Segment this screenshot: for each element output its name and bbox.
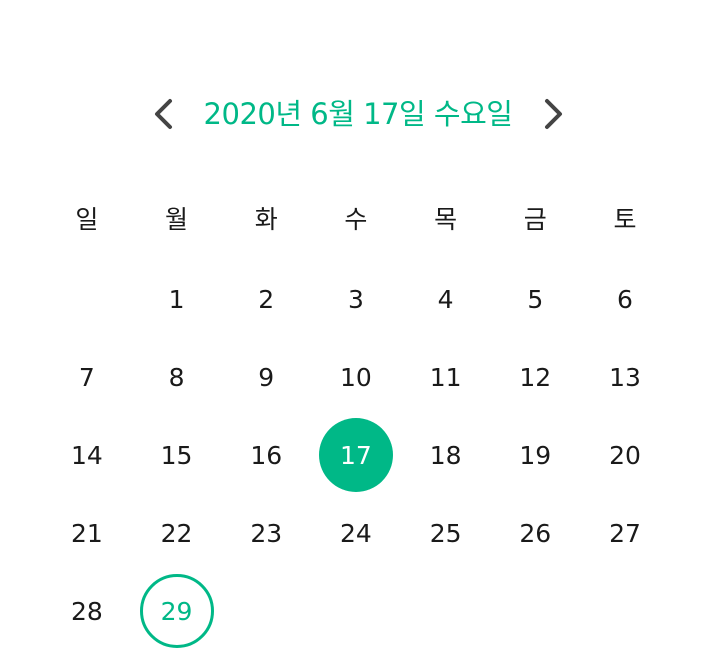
calendar-day[interactable]: 22 [140,496,214,570]
weekday-label-wed: 수 [344,205,368,234]
calendar-cell: 4 [401,260,491,338]
calendar-day[interactable]: 7 [50,340,124,414]
weekday-header-row: 일 월 화 수 목 금 토 [42,200,670,240]
weekday-label-fri: 금 [523,205,547,234]
calendar-cell: 27 [580,494,670,572]
weekday-label-mon: 월 [165,205,189,234]
calendar-day[interactable]: 23 [229,496,303,570]
weekday-label-tue: 화 [254,205,278,234]
calendar-day[interactable]: 3 [319,262,393,336]
calendar-cell: 5 [490,260,580,338]
calendar-cell: 15 [132,416,222,494]
calendar-cell: 24 [311,494,401,572]
calendar-cell: 12 [490,338,580,416]
calendar-cell: 2 [221,260,311,338]
calendar-cell: 20 [580,416,670,494]
calendar-cell: 9 [221,338,311,416]
calendar-cell: 21 [42,494,132,572]
calendar-day-grid: 1 2 3 4 5 6 7 8 9 10 11 12 13 14 15 16 17 18 19 20 21 22 23 24 2… [42,260,670,650]
calendar-day[interactable]: 10 [319,340,393,414]
calendar-day[interactable]: 26 [498,496,572,570]
calendar-day[interactable]: 1 [140,262,214,336]
calendar-day[interactable]: 28 [50,574,124,648]
calendar-cell [221,572,311,650]
weekday-label-thu: 목 [434,205,458,234]
calendar-cell: 19 [490,416,580,494]
calendar-day[interactable]: 20 [588,418,662,492]
calendar-day[interactable]: 2 [229,262,303,336]
calendar-day[interactable]: 13 [588,340,662,414]
calendar-day[interactable]: 16 [229,418,303,492]
calendar-day[interactable]: 4 [409,262,483,336]
calendar-cell [311,572,401,650]
calendar-day[interactable]: 11 [409,340,483,414]
calendar-cell: 14 [42,416,132,494]
calendar-cell: 7 [42,338,132,416]
calendar-cell: 28 [42,572,132,650]
calendar-cell: 26 [490,494,580,572]
calendar-cell: 8 [132,338,222,416]
calendar-cell: 3 [311,260,401,338]
calendar-day[interactable]: 8 [140,340,214,414]
calendar-day[interactable]: 27 [588,496,662,570]
calendar-day[interactable]: 9 [229,340,303,414]
calendar-day[interactable]: 12 [498,340,572,414]
calendar-cell: 29 [132,572,222,650]
calendar-cell: 25 [401,494,491,572]
next-day-button[interactable] [532,94,572,134]
calendar-day[interactable]: 15 [140,418,214,492]
today-day[interactable]: 29 [139,574,214,648]
calendar-day[interactable]: 24 [319,496,393,570]
calendar-cell: 13 [580,338,670,416]
calendar-day[interactable]: 18 [409,418,483,492]
calendar-cell [580,572,670,650]
calendar-cell [42,260,132,338]
calendar-day[interactable]: 21 [50,496,124,570]
calendar-cell [490,572,580,650]
calendar-day[interactable]: 19 [498,418,572,492]
weekday-label-sun: 일 [75,205,99,234]
weekday-label-sat: 토 [613,205,637,234]
calendar-cell: 17 [311,416,401,494]
calendar-day[interactable]: 5 [498,262,572,336]
calendar-header: 2020년 6월 17일 수요일 [0,84,716,144]
calendar-cell: 23 [221,494,311,572]
calendar-day[interactable]: 6 [588,262,662,336]
selected-day[interactable]: 17 [318,418,393,492]
calendar-cell: 18 [401,416,491,494]
calendar-cell [401,572,491,650]
calendar-day[interactable]: 25 [409,496,483,570]
calendar-cell: 22 [132,494,222,572]
calendar-cell: 1 [132,260,222,338]
calendar-day[interactable]: 14 [50,418,124,492]
calendar-cell: 11 [401,338,491,416]
calendar-cell: 16 [221,416,311,494]
calendar-cell: 10 [311,338,401,416]
chevron-right-icon [545,99,562,129]
calendar-cell: 6 [580,260,670,338]
selected-date-title: 2020년 6월 17일 수요일 [203,97,513,131]
